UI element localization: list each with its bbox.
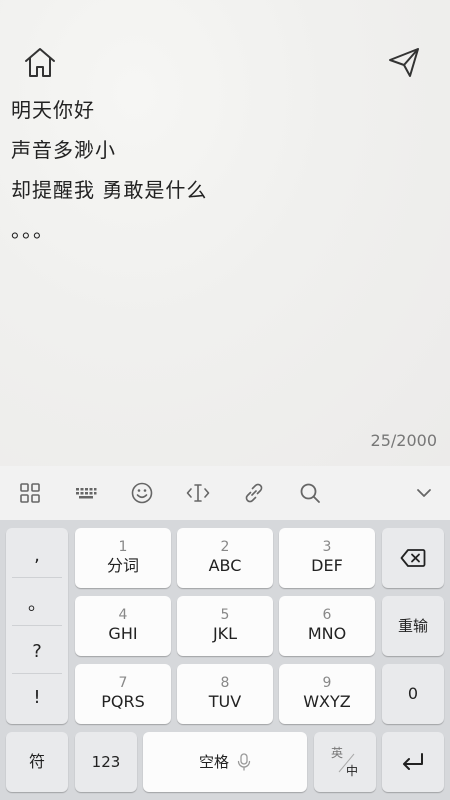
divider	[12, 577, 62, 578]
key-label: GHI	[108, 624, 138, 643]
backspace-icon	[400, 549, 426, 567]
punct-key-question[interactable]: ?	[6, 628, 68, 674]
enter-icon	[403, 753, 423, 770]
numbers-label: 123	[91, 753, 121, 771]
slash-divider	[338, 753, 355, 773]
chevron-down-icon[interactable]	[412, 481, 436, 505]
key-label: DEF	[311, 556, 343, 575]
ime-toolbar	[0, 466, 450, 520]
note-text[interactable]: 明天你好 声音多渺小 却提醒我 勇敢是什么 。。。	[11, 92, 207, 252]
grid-icon[interactable]	[18, 481, 42, 505]
numbers-button[interactable]: 123	[75, 732, 137, 792]
key-number: 6	[322, 607, 332, 623]
key-label: 0	[407, 684, 419, 703]
backspace-button[interactable]	[382, 528, 444, 588]
punct-key-exclaim[interactable]: !	[6, 674, 68, 720]
note-line: 。。。	[11, 218, 54, 242]
search-icon[interactable]	[298, 481, 322, 505]
key-9[interactable]: 9 WXYZ	[279, 664, 375, 724]
key-6[interactable]: 6 MNO	[279, 596, 375, 656]
punct-key-period[interactable]: 。	[6, 580, 68, 626]
emoji-icon[interactable]	[130, 481, 154, 505]
home-icon[interactable]	[22, 44, 58, 80]
key-number: 5	[220, 607, 230, 623]
key-number: 9	[322, 675, 332, 691]
key-1[interactable]: 1 分词	[75, 528, 171, 588]
char-counter: 25/2000	[370, 431, 437, 450]
key-3[interactable]: 3 DEF	[279, 528, 375, 588]
reenter-label: 重输	[397, 617, 428, 635]
key-label: PQRS	[101, 692, 145, 711]
cursor-icon[interactable]	[186, 481, 210, 505]
key-8[interactable]: 8 TUV	[177, 664, 273, 724]
note-line: 却提醒我 勇敢是什么	[11, 178, 208, 202]
lang-chinese-label: 中	[346, 764, 359, 778]
key-4[interactable]: 4 GHI	[75, 596, 171, 656]
symbols-button[interactable]: 符	[6, 732, 68, 792]
note-line: 明天你好	[11, 98, 95, 122]
divider	[12, 625, 62, 626]
note-editor[interactable]: 明天你好 声音多渺小 却提醒我 勇敢是什么 。。。 25/2000	[0, 0, 450, 466]
enter-button[interactable]	[382, 732, 444, 792]
key-label: WXYZ	[303, 692, 351, 711]
key-2[interactable]: 2 ABC	[177, 528, 273, 588]
key-number: 1	[118, 539, 128, 555]
key-label: ABC	[208, 556, 242, 575]
language-switch-button[interactable]: 英 中	[314, 732, 376, 792]
key-label: TUV	[208, 692, 242, 711]
send-icon[interactable]	[386, 44, 422, 80]
key-label: 分词	[106, 556, 139, 575]
punct-key-comma[interactable]: ,	[6, 532, 68, 578]
punctuation-column[interactable]: , 。 ? !	[6, 528, 68, 724]
key-number: 7	[118, 675, 128, 691]
key-number: 3	[322, 539, 332, 555]
key-number: 8	[220, 675, 230, 691]
symbols-label: 符	[28, 752, 45, 771]
key-label: JKL	[212, 624, 238, 643]
keyboard: , 。 ? ! 1 分词 2 ABC 3 DEF 4 GHI 5 JKL 6 M…	[0, 520, 450, 800]
key-5[interactable]: 5 JKL	[177, 596, 273, 656]
reenter-button[interactable]: 重输	[382, 596, 444, 656]
space-label: 空格	[198, 753, 229, 771]
note-line: 声音多渺小	[11, 138, 116, 162]
key-number: 2	[220, 539, 230, 555]
key-0[interactable]: 0	[382, 664, 444, 724]
space-button[interactable]: 空格	[143, 732, 307, 792]
key-label: MNO	[307, 624, 347, 643]
key-7[interactable]: 7 PQRS	[75, 664, 171, 724]
key-number: 4	[118, 607, 128, 623]
keyboard-icon[interactable]	[74, 481, 98, 505]
link-icon[interactable]	[242, 481, 266, 505]
lang-english-label: 英	[331, 746, 344, 760]
mic-icon	[237, 753, 251, 771]
